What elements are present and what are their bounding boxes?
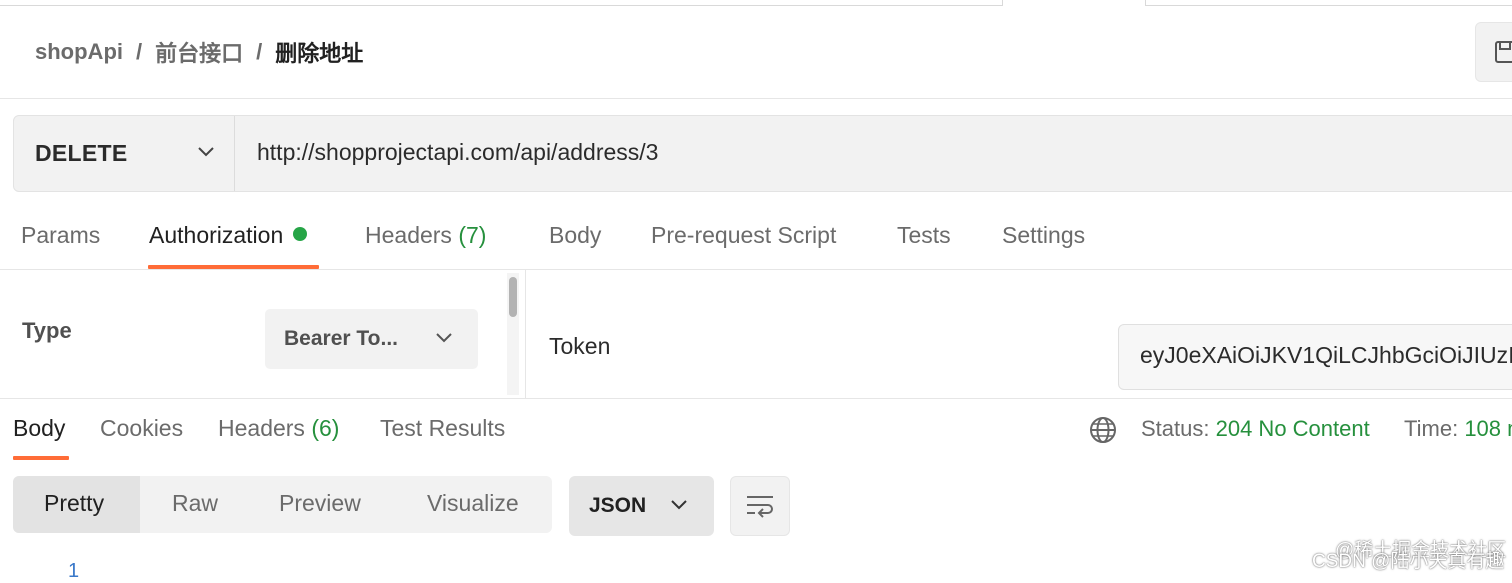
response-tab-headers[interactable]: Headers (6) <box>218 415 339 442</box>
request-bar <box>13 115 1512 192</box>
format-select[interactable]: JSON <box>569 476 714 536</box>
url-input[interactable]: http://shopprojectapi.com/api/address/3 <box>257 139 658 166</box>
breadcrumb-collection[interactable]: shopApi <box>35 39 123 65</box>
response-tab-test-results[interactable]: Test Results <box>380 415 505 442</box>
request-tabs: Params Authorization Headers (7) Body Pr… <box>0 218 1512 270</box>
active-response-tab-indicator <box>13 456 69 460</box>
tab-label: Authorization <box>149 222 284 248</box>
chevron-down-icon <box>671 500 687 510</box>
response-tab-cookies[interactable]: Cookies <box>100 415 183 442</box>
editor-line-number: 1 <box>68 560 80 582</box>
breadcrumb-request[interactable]: 删除地址 <box>275 36 363 68</box>
tab-settings[interactable]: Settings <box>1002 222 1085 249</box>
save-icon <box>1495 41 1512 63</box>
view-mode-pretty[interactable]: Pretty <box>44 490 104 517</box>
time-label: Time: <box>1404 416 1459 441</box>
breadcrumb-separator: / <box>136 39 143 64</box>
tab-params[interactable]: Params <box>21 222 100 249</box>
chevron-down-icon <box>436 333 452 343</box>
status-label: Status: <box>1141 416 1210 441</box>
auth-type-label: Type <box>22 318 72 343</box>
top-tab-strip-right <box>1145 0 1512 6</box>
breadcrumb-folder[interactable]: 前台接口 <box>155 36 243 68</box>
tab-label: Body <box>549 222 602 248</box>
tab-body[interactable]: Body <box>549 222 601 249</box>
time-value: 108 ms <box>1464 416 1512 441</box>
watermark-text: CSDN @陆小天真有趣 <box>1312 551 1505 572</box>
tab-label: Headers <box>365 222 452 248</box>
divider <box>0 269 1512 270</box>
scrollbar-thumb[interactable] <box>509 277 517 317</box>
token-value: eyJ0eXAiOiJKV1QiLCJhbGciOiJIUzI1NiJ9 <box>1140 342 1512 368</box>
tab-pre-request-script[interactable]: Pre-request Script <box>651 222 836 249</box>
save-button[interactable] <box>1475 22 1512 82</box>
breadcrumb: shopApi / 前台接口 / 删除地址 <box>35 36 363 68</box>
auth-type-select[interactable]: Bearer To... <box>265 309 478 369</box>
breadcrumb-separator: / <box>256 39 263 64</box>
top-tab-strip-left <box>0 0 1003 6</box>
view-mode-preview[interactable]: Preview <box>279 490 361 517</box>
wrap-lines-icon <box>747 496 773 518</box>
tab-label: Settings <box>1002 222 1086 248</box>
tab-tests[interactable]: Tests <box>897 222 951 249</box>
token-label: Token <box>549 333 611 359</box>
auth-type-value: Bearer To... <box>284 327 398 350</box>
status-value: 204 No Content <box>1215 416 1370 441</box>
token-input[interactable]: eyJ0eXAiOiJKV1QiLCJhbGciOiJIUzI1NiJ9 <box>1118 324 1512 390</box>
tab-headers[interactable]: Headers (7) <box>365 222 486 249</box>
auth-status-dot <box>293 227 308 241</box>
headers-count: (7) <box>458 222 487 248</box>
tab-label: Tests <box>897 222 951 248</box>
wrap-lines-button[interactable] <box>730 476 790 536</box>
response-headers-count: (6) <box>311 415 340 441</box>
panel-divider[interactable] <box>525 270 526 398</box>
globe-icon[interactable] <box>1089 416 1117 444</box>
view-mode-raw[interactable]: Raw <box>172 490 218 517</box>
chevron-down-icon <box>198 147 214 157</box>
format-label: JSON <box>589 494 647 517</box>
tab-label: Headers <box>218 415 305 441</box>
response-time[interactable]: Time: 108 ms <box>1404 416 1512 442</box>
tab-label: Params <box>21 222 101 248</box>
method-label: DELETE <box>35 140 128 166</box>
method-select[interactable]: DELETE <box>14 116 235 191</box>
divider[interactable] <box>0 398 1512 399</box>
view-mode-visualize[interactable]: Visualize <box>427 490 519 517</box>
tab-label: Pre-request Script <box>651 222 837 248</box>
response-status[interactable]: Status: 204 No Content <box>1141 416 1370 442</box>
divider <box>0 98 1512 99</box>
tab-authorization[interactable]: Authorization <box>149 222 308 249</box>
response-tab-body[interactable]: Body <box>13 415 65 442</box>
